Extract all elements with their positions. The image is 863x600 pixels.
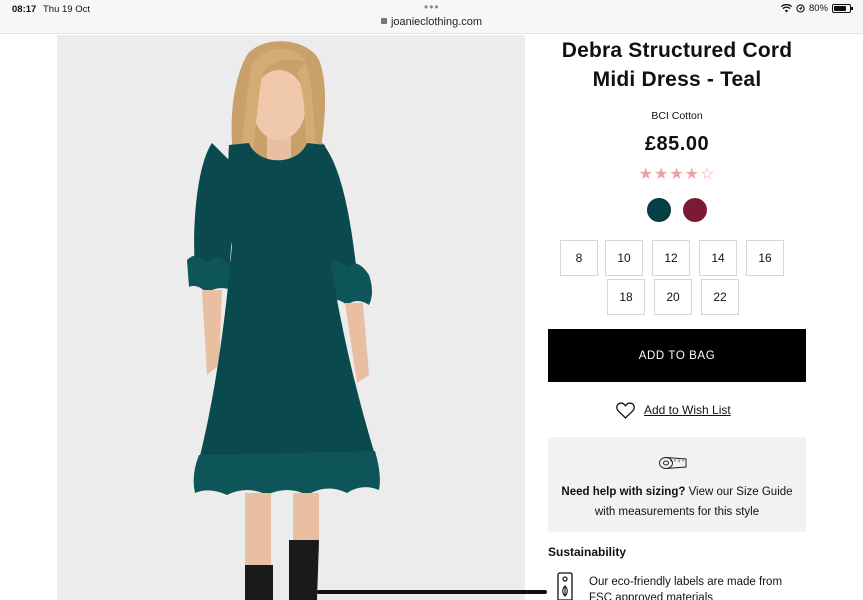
product-price: £85.00	[644, 133, 710, 155]
heart-icon	[616, 401, 635, 419]
url-text: joanieclothing.com	[390, 16, 483, 28]
size-button-16[interactable]: 16	[746, 240, 784, 276]
product-title: Debra Structured Cord Midi Dress - Teal	[561, 39, 793, 91]
more-dots-icon[interactable]: •••	[424, 0, 440, 14]
size-button-20[interactable]: 20	[654, 279, 692, 315]
home-indicator[interactable]	[317, 590, 547, 594]
sustainability-text: Our eco-friendly labels are made from FS…	[589, 576, 783, 600]
status-right-group: 80%	[780, 3, 853, 14]
label-tag-icon	[557, 572, 573, 600]
sizing-help-text: Need help with sizing? View our Size Gui…	[558, 482, 796, 522]
colour-swatch-wine[interactable]	[683, 198, 707, 222]
sustainability-heading: Sustainability	[548, 545, 627, 559]
size-button-18[interactable]: 18	[607, 279, 645, 315]
rating-stars[interactable]: ★★★★☆	[548, 164, 806, 184]
star-icon: ★	[638, 166, 654, 183]
star-icon: ★	[684, 166, 701, 183]
product-fabric: BCI Cotton	[651, 110, 703, 122]
battery-icon	[832, 4, 853, 13]
product-photo[interactable]	[57, 35, 525, 600]
wifi-icon	[780, 4, 792, 13]
size-button-22[interactable]: 22	[701, 279, 739, 315]
wishlist-label: Add to Wish List	[644, 403, 731, 417]
size-button-10[interactable]: 10	[605, 240, 643, 276]
location-icon	[796, 4, 805, 13]
sizing-help-bold: Need help with sizing?	[561, 486, 686, 498]
battery-percent: 80%	[808, 3, 828, 14]
colour-swatch-teal[interactable]	[647, 198, 671, 222]
woman-in-teal-dress-image	[57, 35, 525, 600]
star-outline-icon: ☆	[700, 166, 716, 183]
add-to-wishlist-link[interactable]: Add to Wish List	[616, 400, 731, 420]
address-bar[interactable]: joanieclothing.com	[0, 16, 863, 28]
browser-status-bar: 08:17 Thu 19 Oct ••• joanieclothing.com …	[0, 0, 863, 34]
size-button-12[interactable]: 12	[652, 240, 690, 276]
star-icon: ★	[653, 166, 670, 183]
tape-measure-icon	[659, 457, 687, 469]
add-to-bag-button[interactable]: ADD TO BAG	[548, 329, 806, 382]
sizing-help-panel[interactable]: Need help with sizing? View our Size Gui…	[548, 437, 806, 532]
size-button-14[interactable]: 14	[699, 240, 737, 276]
status-time: 08:17	[12, 4, 37, 15]
star-icon: ★	[669, 166, 685, 183]
size-button-8[interactable]: 8	[560, 240, 598, 276]
lock-icon	[380, 18, 387, 24]
status-date: Thu 19 Oct	[43, 4, 90, 15]
